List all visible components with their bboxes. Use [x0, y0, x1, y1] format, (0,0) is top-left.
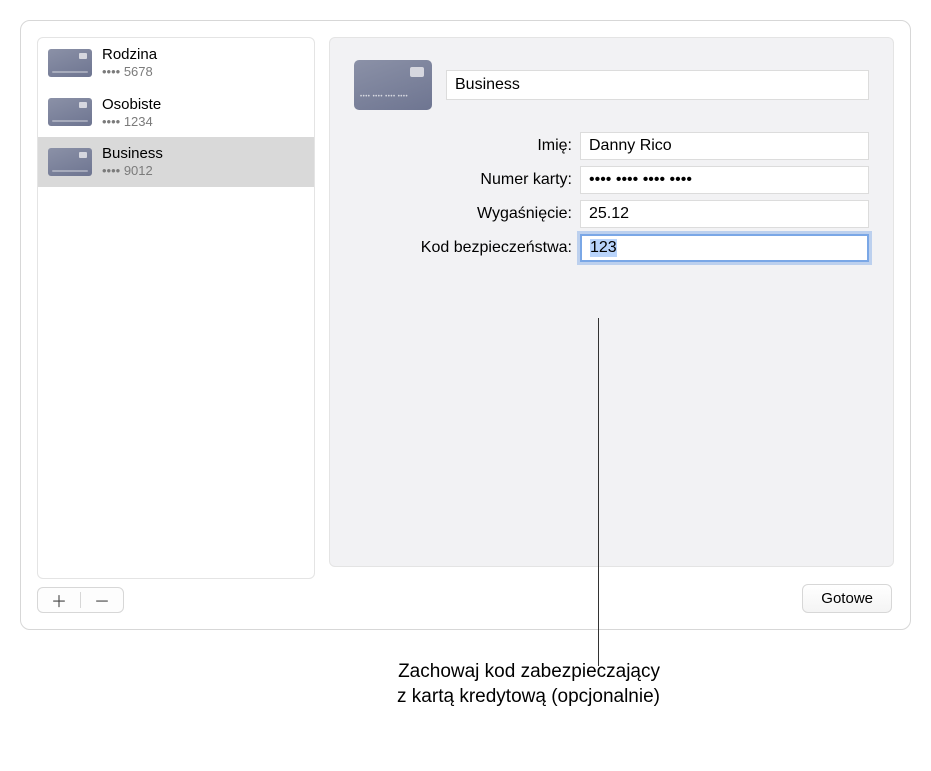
detail-header [354, 60, 869, 110]
card-item-mask: •••• 1234 [102, 114, 161, 130]
card-list-item[interactable]: Osobiste •••• 1234 [38, 88, 314, 138]
card-item-name: Osobiste [102, 96, 161, 114]
form-row-expiry: Wygaśnięcie: [354, 200, 869, 228]
form-row-name: Imię: [354, 132, 869, 160]
callout-line-2: z kartą kredytową (opcjonalnie) [397, 686, 660, 707]
form-row-number: Numer karty: [354, 166, 869, 194]
credit-card-icon [48, 98, 92, 126]
callout-text: Zachowaj kod zabezpieczający z kartą kre… [160, 660, 660, 709]
done-button[interactable]: Gotowe [802, 584, 892, 613]
card-list-item[interactable]: Rodzina •••• 5678 [38, 38, 314, 88]
card-item-text: Osobiste •••• 1234 [102, 96, 161, 130]
credit-card-icon [48, 49, 92, 77]
card-item-text: Rodzina •••• 5678 [102, 46, 157, 80]
sidebar: Rodzina •••• 5678 Osobiste •••• 1234 Bus… [37, 37, 315, 613]
card-item-name: Business [102, 145, 163, 163]
name-input[interactable] [580, 132, 869, 160]
remove-button[interactable]: － [81, 588, 123, 612]
expiry-label: Wygaśnięcie: [354, 205, 572, 223]
card-title-input[interactable] [446, 70, 869, 100]
card-list: Rodzina •••• 5678 Osobiste •••• 1234 Bus… [37, 37, 315, 579]
card-item-text: Business •••• 9012 [102, 145, 163, 179]
card-number-input[interactable] [580, 166, 869, 194]
card-item-mask: •••• 5678 [102, 64, 157, 80]
minus-icon: － [94, 588, 110, 612]
sidebar-controls: ＋ － [37, 587, 124, 613]
form-rows: Imię: Numer karty: Wygaśnięcie: Kod bezp… [354, 132, 869, 262]
card-item-mask: •••• 9012 [102, 163, 163, 179]
security-code-input[interactable] [580, 234, 869, 262]
callout-line-1: Zachowaj kod zabezpieczający [398, 661, 660, 682]
expiry-input[interactable] [580, 200, 869, 228]
detail-panel: Imię: Numer karty: Wygaśnięcie: Kod bezp… [329, 37, 894, 567]
add-button[interactable]: ＋ [38, 588, 80, 612]
name-label: Imię: [354, 137, 572, 155]
plus-icon: ＋ [51, 588, 67, 612]
security-code-label: Kod bezpieczeństwa: [354, 239, 572, 257]
preferences-window: Rodzina •••• 5678 Osobiste •••• 1234 Bus… [20, 20, 911, 630]
form-row-security: Kod bezpieczeństwa: [354, 234, 869, 262]
done-button-wrap: Gotowe [802, 584, 892, 613]
card-item-name: Rodzina [102, 46, 157, 64]
card-number-label: Numer karty: [354, 171, 572, 189]
card-list-item-selected[interactable]: Business •••• 9012 [38, 137, 314, 187]
credit-card-icon [354, 60, 432, 110]
callout-leader-line [598, 318, 599, 666]
credit-card-icon [48, 148, 92, 176]
